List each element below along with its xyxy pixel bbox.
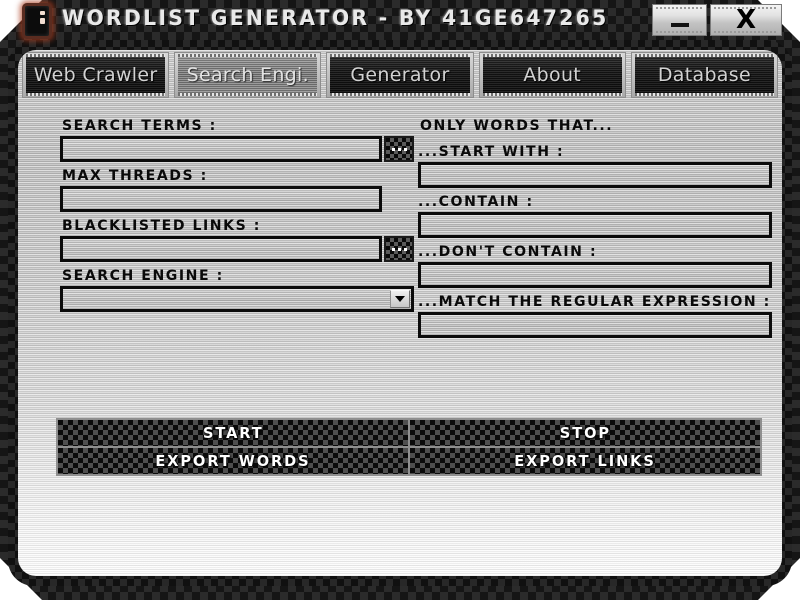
title-bar[interactable]: WORDLIST GENERATOR - BY 41GE647265 X <box>0 0 800 42</box>
tab-about[interactable]: About <box>478 52 626 98</box>
search-terms-label: SEARCH TERMS : <box>62 118 217 134</box>
export-links-button[interactable]: EXPORT LINKS <box>410 448 760 474</box>
search-terms-browse-button[interactable] <box>384 136 414 162</box>
stop-button-label: STOP <box>559 424 611 442</box>
ellipsis-icon <box>391 147 407 151</box>
contain-input[interactable] <box>418 212 772 238</box>
max-threads-label: MAX THREADS : <box>62 168 208 184</box>
contain-label: ...CONTAIN : <box>418 194 534 210</box>
search-engine-select[interactable] <box>60 286 414 312</box>
start-with-label: ...START WITH : <box>418 144 565 160</box>
tab-label: Database <box>657 64 751 86</box>
window-title: WORDLIST GENERATOR - BY 41GE647265 <box>62 6 609 30</box>
minimize-icon <box>670 23 689 27</box>
blacklisted-links-label: BLACKLISTED LINKS : <box>62 218 261 234</box>
export-links-button-label: EXPORT LINKS <box>514 452 656 470</box>
tab-generator[interactable]: Generator <box>326 52 474 98</box>
application-window: Web Crawler Search Engi. Generator About… <box>8 40 792 586</box>
max-threads-input[interactable] <box>60 186 382 212</box>
start-with-input[interactable] <box>418 162 772 188</box>
blacklisted-links-browse-button[interactable] <box>384 236 414 262</box>
tab-bar: Web Crawler Search Engi. Generator About… <box>18 52 782 102</box>
chevron-down-icon[interactable] <box>390 290 410 308</box>
app-logo-icon <box>22 3 52 39</box>
dont-contain-label: ...DON'T CONTAIN : <box>418 244 598 260</box>
tab-label: Web Crawler <box>33 64 158 86</box>
search-terms-input[interactable] <box>60 136 382 162</box>
close-icon: X <box>735 5 757 35</box>
window-content: Web Crawler Search Engi. Generator About… <box>18 50 782 576</box>
tab-web-crawler[interactable]: Web Crawler <box>22 52 170 98</box>
tab-database[interactable]: Database <box>630 52 779 98</box>
export-words-button-label: EXPORT WORDS <box>155 452 311 470</box>
export-words-button[interactable]: EXPORT WORDS <box>58 448 408 474</box>
stop-button[interactable]: STOP <box>410 420 760 446</box>
start-button-label: START <box>202 424 264 442</box>
regex-label: ...MATCH THE REGULAR EXPRESSION : <box>418 294 771 310</box>
regex-input[interactable] <box>418 312 772 338</box>
close-button[interactable]: X <box>710 4 782 36</box>
tab-label: Generator <box>350 64 450 86</box>
only-words-heading: ONLY WORDS THAT... <box>420 118 614 134</box>
desktop-background: WORDLIST GENERATOR - BY 41GE647265 X Web… <box>0 0 800 600</box>
blacklisted-links-input[interactable] <box>60 236 382 262</box>
dont-contain-input[interactable] <box>418 262 772 288</box>
tab-search-engine[interactable]: Search Engi. <box>174 52 322 98</box>
action-button-grid: START STOP EXPORT WORDS EXPORT LINKS <box>56 418 762 476</box>
ellipsis-icon <box>391 247 407 251</box>
minimize-button[interactable] <box>652 4 707 36</box>
form-panel: SEARCH TERMS : MAX THREADS : BLACKLISTED… <box>18 108 782 576</box>
start-button[interactable]: START <box>58 420 408 446</box>
tab-label: About <box>523 64 582 86</box>
tab-label: Search Engi. <box>186 64 309 86</box>
search-engine-label: SEARCH ENGINE : <box>62 268 224 284</box>
